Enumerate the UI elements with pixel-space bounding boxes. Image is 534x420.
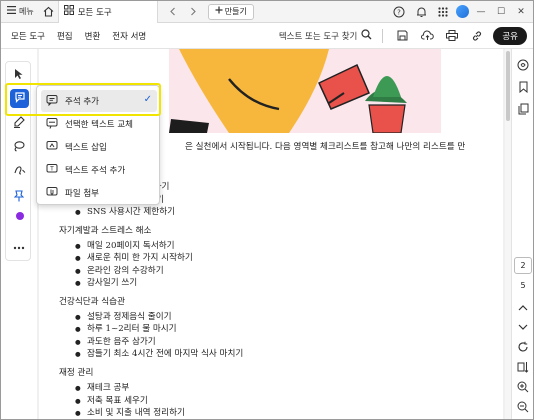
menu-item-text-comment[interactable]: T 텍스트 주석 추가: [41, 159, 157, 181]
grid-icon: [63, 5, 74, 18]
create-button[interactable]: 만들기: [207, 3, 254, 20]
section-heading: 자기계발과 스트레스 해소: [59, 225, 152, 236]
highlighter-icon[interactable]: [11, 114, 27, 130]
text-comment-icon: T: [46, 163, 58, 178]
list-item: 감사일기 쓰기: [75, 277, 499, 290]
minimize-icon[interactable]: —: [473, 7, 489, 17]
section-list: 설탕과 정제음식 줄이기 하루 1~2리터 물 마시기 과도한 음주 삼가기 잠…: [59, 311, 499, 361]
menu-item-label: 텍스트 주석 추가: [65, 166, 126, 176]
pages-icon[interactable]: [515, 101, 531, 117]
list-item: 하루 1~2리터 물 마시기: [75, 323, 499, 336]
link-icon[interactable]: [469, 28, 485, 44]
page-number-input[interactable]: 2: [514, 257, 532, 274]
apps-grid-icon[interactable]: [434, 3, 452, 21]
comment-icon: [46, 94, 58, 109]
menu-button[interactable]: 메뉴: [1, 1, 40, 23]
illustration-image: [169, 49, 441, 134]
scrollbar-thumb[interactable]: [506, 51, 510, 121]
pin-icon[interactable]: [11, 188, 27, 204]
list-item: 소비 및 지출 내역 정리하기: [75, 407, 499, 419]
checkmark-icon: ✓: [143, 94, 152, 105]
home-icon[interactable]: [40, 3, 58, 21]
color-swatch[interactable]: [16, 212, 24, 220]
avatar[interactable]: [456, 5, 469, 18]
svg-text:?: ?: [397, 8, 401, 16]
menu-item-esign[interactable]: 전자 서명: [106, 30, 152, 42]
upload-cloud-icon[interactable]: [419, 28, 435, 44]
tab-all-tools[interactable]: 모든 도구: [57, 1, 158, 23]
maximize-icon[interactable]: ☐: [493, 7, 509, 17]
insert-text-icon: [46, 140, 58, 155]
menu-item-insert-text[interactable]: 텍스트 삽입: [41, 136, 157, 158]
help-icon[interactable]: ?: [390, 3, 408, 21]
menu-item-label: 선택한 텍스트 교체: [65, 120, 133, 130]
search-area[interactable]: 텍스트 또는 도구 찾기 공유: [279, 26, 533, 45]
menu-item-convert[interactable]: 변환: [79, 30, 107, 42]
lasso-draw-icon[interactable]: [11, 138, 27, 154]
chevron-up-icon[interactable]: [515, 299, 531, 315]
more-options-icon[interactable]: [11, 240, 27, 256]
comment-tools-dropdown: 주석 추가 ✓ 선택한 텍스트 교체 텍스트 삽입 T 텍스트 주석 추가 파일…: [36, 85, 160, 205]
save-icon[interactable]: [394, 28, 410, 44]
close-icon[interactable]: ✕: [513, 7, 529, 17]
scroll-mode-icon[interactable]: [515, 359, 531, 375]
search-icon[interactable]: [361, 28, 372, 43]
text-tool-icon[interactable]: [11, 162, 27, 178]
list-item: 재테크 공부: [75, 382, 499, 395]
chevron-down-icon[interactable]: [515, 319, 531, 335]
title-bar: 메뉴 모든 도구 만들기 ? — ☐ ✕: [1, 1, 533, 23]
zoom-out-icon[interactable]: [515, 399, 531, 415]
comment-icon: [14, 91, 26, 106]
menu-item-all-tools[interactable]: 모든 도구: [1, 30, 51, 42]
list-item: 설탕과 정제음식 줄이기: [75, 311, 499, 324]
menu-item-replace-text[interactable]: 선택한 텍스트 교체: [41, 113, 157, 135]
section-heading: 건강식단과 식습관: [59, 296, 125, 307]
list-item: SNS 사용시간 제한하기: [75, 206, 499, 219]
menu-label: 메뉴: [19, 7, 34, 16]
back-icon[interactable]: [164, 3, 182, 21]
section-list: 매일 20페이지 독서하기 새로운 취미 한 가지 시작하기 온라인 강의 수강…: [59, 240, 499, 290]
refresh-icon[interactable]: [515, 339, 531, 355]
menu-bar: 모든 도구 편집 변환 전자 서명 텍스트 또는 도구 찾기 공유: [1, 23, 533, 49]
titlebar-right: ? — ☐ ✕: [390, 3, 533, 21]
menu-item-label: 파일 첨부: [65, 189, 99, 199]
menu-item-add-comment[interactable]: 주석 추가 ✓: [41, 90, 157, 112]
select-cursor-icon[interactable]: [11, 66, 27, 82]
app-window: 메뉴 모든 도구 만들기 ? — ☐ ✕ 모든 도구 편집 변환 전자 서명 텍…: [0, 0, 534, 420]
share-button[interactable]: 공유: [493, 26, 527, 45]
nav-arrows: [158, 3, 202, 21]
menu-item-label: 주석 추가: [65, 97, 99, 107]
attach-icon: [46, 186, 58, 201]
list-item: 저축 목표 세우기: [75, 395, 499, 408]
list-item: 새로운 취미 한 가지 시작하기: [75, 252, 499, 265]
comment-tool-button[interactable]: [10, 89, 29, 108]
list-item: 잠들기 최소 4시간 전에 마지막 식사 마치기: [75, 348, 499, 361]
menu-item-label: 텍스트 삽입: [65, 143, 107, 153]
list-item: 온라인 강의 수강하기: [75, 265, 499, 278]
create-label: 만들기: [224, 7, 247, 16]
hamburger-icon: [7, 6, 16, 17]
menu-item-attach-file[interactable]: 파일 첨부: [41, 182, 157, 204]
tab-title: 모든 도구: [77, 7, 112, 18]
bookmark-icon[interactable]: [515, 79, 531, 95]
zoom-in-icon[interactable]: [515, 379, 531, 395]
section-heading: 재정 관리: [59, 367, 94, 378]
plus-icon: [215, 6, 223, 17]
list-item: 과도한 음주 삼가기: [75, 336, 499, 349]
forward-icon[interactable]: [184, 3, 202, 21]
right-rail: 2 5: [511, 49, 533, 419]
replace-text-icon: [46, 117, 58, 132]
svg-text:T: T: [49, 165, 54, 172]
print-icon[interactable]: [444, 28, 460, 44]
ai-assistant-icon[interactable]: [515, 57, 531, 73]
page-total: 5: [520, 281, 526, 290]
menu-item-edit[interactable]: 편집: [51, 30, 79, 42]
search-label[interactable]: 텍스트 또는 도구 찾기: [279, 30, 358, 42]
divider: [382, 28, 384, 43]
list-item: 매일 20페이지 독서하기: [75, 240, 499, 253]
section-list: 재테크 공부 저축 목표 세우기 소비 및 지출 내역 정리하기: [59, 382, 499, 419]
bell-icon[interactable]: [412, 3, 430, 21]
